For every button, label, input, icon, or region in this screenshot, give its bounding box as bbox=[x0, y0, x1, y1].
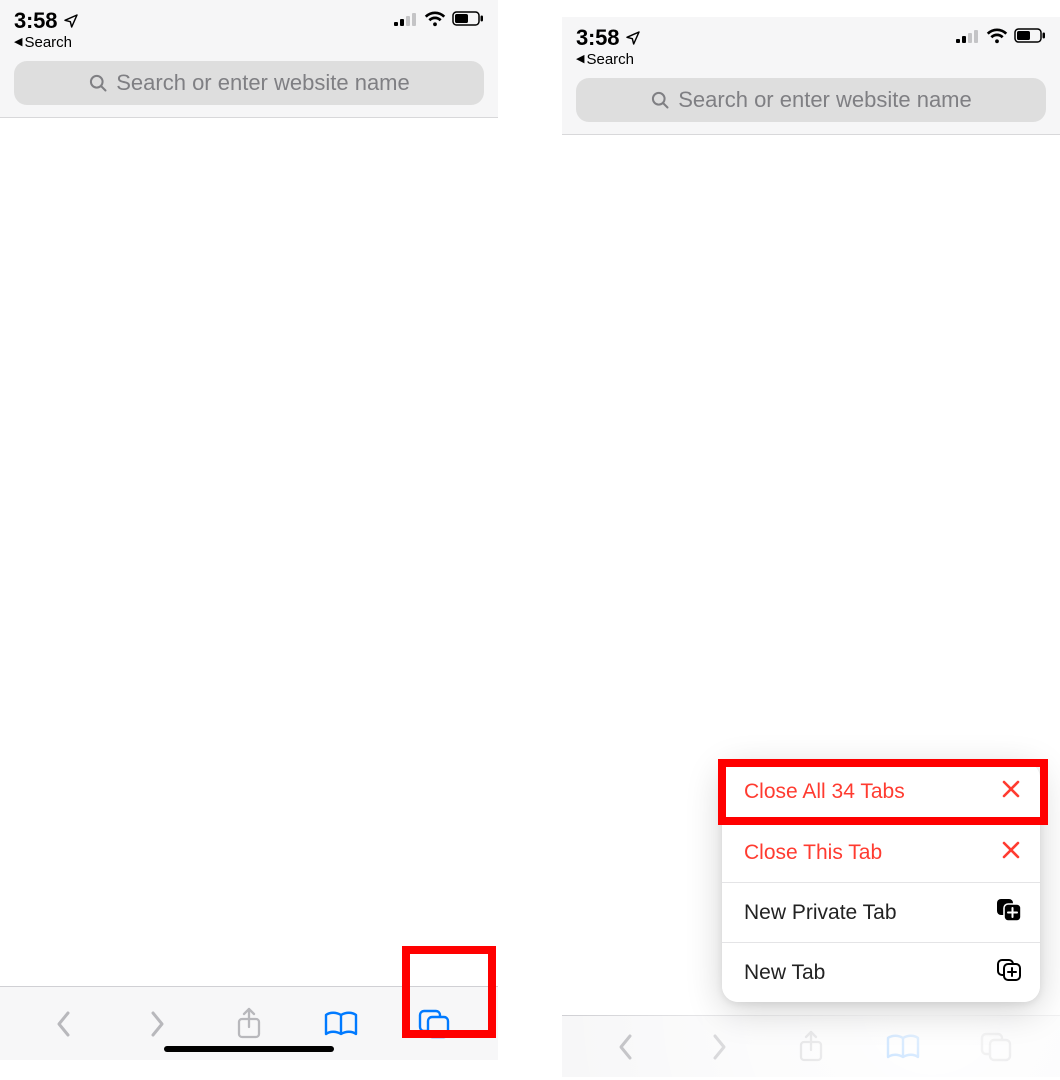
address-bar-placeholder: Search or enter website name bbox=[678, 87, 972, 113]
status-bar: 3:58 bbox=[576, 23, 1046, 53]
share-button[interactable] bbox=[223, 1001, 275, 1047]
share-button[interactable] bbox=[785, 1024, 837, 1070]
battery-icon bbox=[1014, 28, 1046, 48]
new-tab-icon bbox=[996, 958, 1022, 988]
wifi-icon bbox=[424, 11, 446, 32]
battery-icon bbox=[452, 11, 484, 31]
tabs-context-menu: Close All 34 Tabs Close This Tab New Pri… bbox=[722, 762, 1040, 1002]
address-bar-placeholder: Search or enter website name bbox=[116, 70, 410, 96]
wifi-icon bbox=[986, 28, 1008, 49]
search-icon bbox=[88, 73, 108, 93]
location-arrow-icon bbox=[63, 13, 79, 29]
menu-close-all-tabs[interactable]: Close All 34 Tabs bbox=[722, 762, 1040, 822]
status-time: 3:58 bbox=[576, 25, 619, 51]
address-bar[interactable]: Search or enter website name bbox=[14, 61, 484, 105]
menu-new-private-tab[interactable]: New Private Tab bbox=[722, 882, 1040, 942]
chevron-left-small-icon: ◀ bbox=[576, 54, 584, 65]
home-indicator bbox=[164, 1046, 334, 1052]
menu-close-all-tabs-label: Close All 34 Tabs bbox=[744, 780, 905, 804]
menu-new-tab[interactable]: New Tab bbox=[722, 942, 1040, 1002]
close-icon bbox=[1000, 778, 1022, 806]
back-to-app-breadcrumb[interactable]: ◀ Search bbox=[14, 34, 484, 51]
browser-header: 3:58 bbox=[562, 17, 1060, 135]
nav-back-button[interactable] bbox=[600, 1024, 652, 1070]
status-bar: 3:58 bbox=[14, 6, 484, 36]
menu-close-this-tab-label: Close This Tab bbox=[744, 841, 882, 865]
cellular-signal-icon bbox=[956, 29, 980, 48]
tabs-button[interactable] bbox=[970, 1024, 1022, 1070]
status-time: 3:58 bbox=[14, 8, 57, 34]
menu-new-tab-label: New Tab bbox=[744, 961, 825, 985]
browser-toolbar bbox=[562, 1015, 1060, 1077]
browser-header: 3:58 bbox=[0, 0, 498, 118]
nav-forward-button[interactable] bbox=[693, 1024, 745, 1070]
close-icon bbox=[1000, 839, 1022, 867]
nav-back-button[interactable] bbox=[38, 1001, 90, 1047]
page-content-blank bbox=[0, 118, 498, 978]
cellular-signal-icon bbox=[394, 12, 418, 31]
bookmarks-button[interactable] bbox=[877, 1024, 929, 1070]
location-arrow-icon bbox=[625, 30, 641, 46]
address-bar[interactable]: Search or enter website name bbox=[576, 78, 1046, 122]
chevron-left-small-icon: ◀ bbox=[14, 37, 22, 48]
breadcrumb-label: Search bbox=[586, 51, 634, 68]
back-to-app-breadcrumb[interactable]: ◀ Search bbox=[576, 51, 1046, 68]
screenshot-right: 3:58 bbox=[562, 17, 1060, 1077]
tabs-button[interactable] bbox=[408, 1001, 460, 1047]
bookmarks-button[interactable] bbox=[315, 1001, 367, 1047]
new-private-tab-icon bbox=[996, 898, 1022, 928]
menu-close-this-tab[interactable]: Close This Tab bbox=[722, 822, 1040, 882]
menu-new-private-tab-label: New Private Tab bbox=[744, 901, 897, 925]
nav-forward-button[interactable] bbox=[131, 1001, 183, 1047]
breadcrumb-label: Search bbox=[24, 34, 72, 51]
screenshot-left: 3:58 bbox=[0, 0, 498, 1060]
search-icon bbox=[650, 90, 670, 110]
